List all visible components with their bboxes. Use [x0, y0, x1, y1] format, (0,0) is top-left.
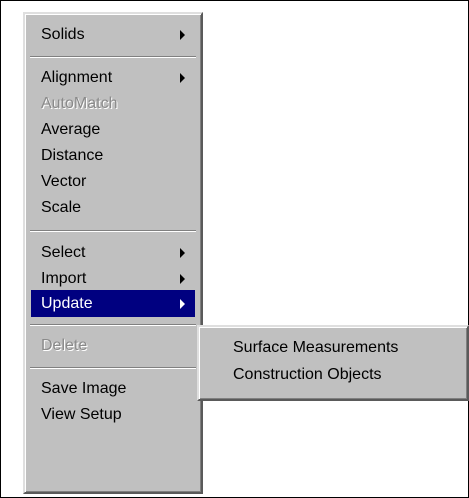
submenu-arrow-icon [180, 274, 185, 284]
update-submenu: Surface Measurements Construction Object… [197, 325, 469, 401]
menu-item-label: Save Image [41, 380, 127, 397]
menu-separator [30, 324, 196, 326]
menu-item-alignment[interactable]: Alignment [31, 64, 195, 91]
menu-item-label: Average [41, 121, 101, 138]
menu-item-update[interactable]: Update [31, 290, 195, 317]
submenu-item-surface-measurements[interactable]: Surface Measurements [205, 335, 463, 361]
submenu-item-label: Construction Objects [233, 366, 382, 383]
menu-item-label: Import [41, 270, 87, 287]
submenu-arrow-icon [180, 299, 185, 309]
menu-item-select[interactable]: Select [31, 239, 195, 266]
menu-item-label: Distance [41, 147, 104, 164]
menu-item-distance[interactable]: Distance [31, 142, 195, 169]
menu-item-label: Select [41, 244, 86, 261]
submenu-arrow-icon [180, 73, 185, 83]
menu-item-label: Solids [41, 26, 85, 43]
submenu-item-label: Surface Measurements [233, 339, 399, 356]
menu-item-label: Scale [41, 199, 82, 216]
menu-item-delete: Delete [31, 332, 195, 359]
submenu-item-construction-objects[interactable]: Construction Objects [205, 362, 463, 388]
submenu-arrow-icon [180, 30, 185, 40]
menu-item-label: Delete [41, 337, 88, 354]
menu-separator [30, 230, 196, 232]
context-menu: Solids Alignment AutoMatch Average Dista… [23, 12, 203, 494]
menu-item-solids[interactable]: Solids [31, 21, 195, 48]
submenu-arrow-icon [180, 248, 185, 258]
menu-item-label: Update [41, 295, 93, 312]
menu-item-label: Vector [41, 173, 87, 190]
menu-item-average[interactable]: Average [31, 116, 195, 143]
menu-item-label: View Setup [41, 406, 122, 423]
menu-item-save-image[interactable]: Save Image [31, 375, 195, 402]
menu-separator [30, 367, 196, 369]
menu-item-scale[interactable]: Scale [31, 194, 195, 221]
menu-item-import[interactable]: Import [31, 265, 195, 292]
menu-item-view-setup[interactable]: View Setup [31, 401, 195, 428]
menu-item-label: Alignment [41, 69, 113, 86]
menu-item-label: AutoMatch [41, 95, 118, 112]
menu-item-automatch: AutoMatch [31, 90, 195, 117]
menu-separator [30, 56, 196, 58]
menu-item-vector[interactable]: Vector [31, 168, 195, 195]
